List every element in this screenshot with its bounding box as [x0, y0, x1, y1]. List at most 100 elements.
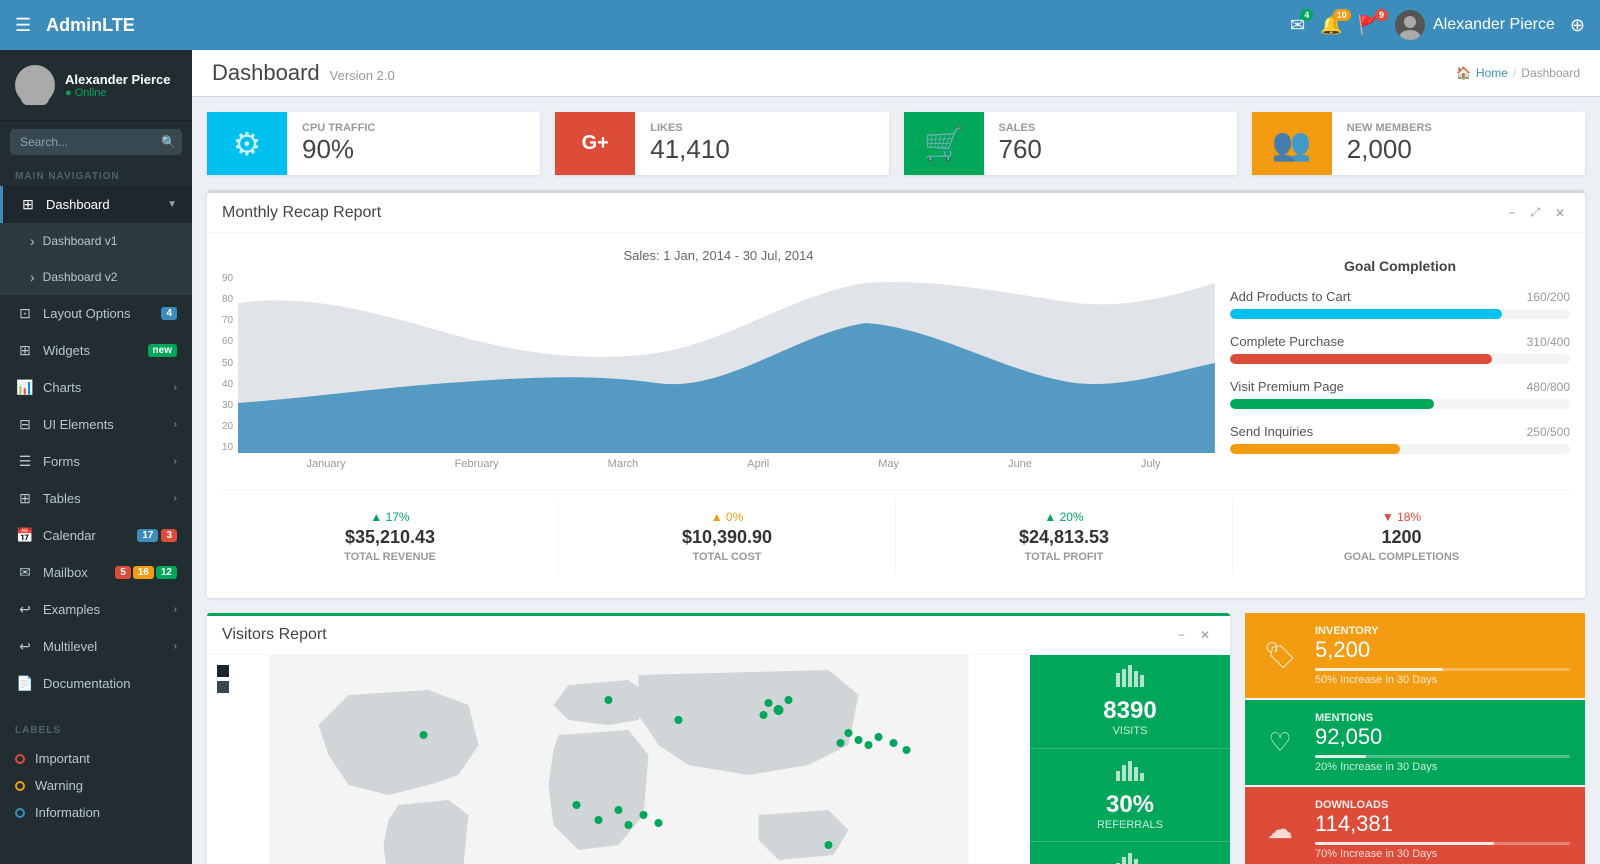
goal-completion-title: Goal Completion — [1230, 258, 1570, 274]
stat-total-cost: ▲ 0% $10,390.90 TOTAL COST — [559, 500, 896, 573]
sidebar-item-widgets[interactable]: ⊞ Widgets new — [0, 332, 192, 369]
dashboard-icon: ⊞ — [18, 196, 38, 213]
user-menu-button[interactable]: Alexander Pierce — [1395, 10, 1555, 40]
downloads-card: ☁ DOWNLOADS 114,381 70% Increase in 30 D… — [1245, 787, 1585, 864]
expand-button[interactable]: ⤢ — [1525, 203, 1545, 222]
sidebar-item-charts[interactable]: 📊 Charts › — [0, 369, 192, 406]
close-button[interactable]: ✕ — [1550, 203, 1570, 222]
page-version: Version 2.0 — [330, 68, 395, 83]
sidebar-labels-section: LABELS Important Warning Information — [0, 702, 192, 841]
breadcrumb-current: Dashboard — [1521, 66, 1580, 80]
sidebar-item-calendar[interactable]: 📅 Calendar 17 3 — [0, 517, 192, 554]
sidebar-item-mailbox[interactable]: ✉ Mailbox 5 16 12 — [0, 554, 192, 591]
sales-icon: 🛒 — [904, 112, 984, 175]
charts-icon: 📊 — [15, 379, 35, 396]
sidebar-item-examples[interactable]: ↩ Examples › — [0, 591, 192, 628]
label-warning[interactable]: Warning — [0, 772, 192, 799]
referrals-icon — [1116, 759, 1144, 787]
stat-total-revenue: ▲ 17% $35,210.43 TOTAL REVENUE — [222, 500, 559, 573]
stat-box-sales: 🛒 SALES 760 — [904, 112, 1237, 175]
new-members-value: 2,000 — [1347, 134, 1570, 165]
stats-bottom: ▲ 17% $35,210.43 TOTAL REVENUE ▲ 0% $10,… — [222, 489, 1570, 583]
likes-icon: G+ — [555, 112, 635, 175]
sidebar-sub-dashboard: Dashboard v1 Dashboard v2 — [0, 223, 192, 295]
sidebar-item-dashboard-v1[interactable]: Dashboard v1 — [0, 223, 192, 259]
label-information[interactable]: Information — [0, 799, 192, 826]
label-warning-text: Warning — [35, 778, 83, 793]
hamburger-menu-button[interactable]: ☰ — [15, 15, 31, 36]
notifications-badge: 10 — [1333, 9, 1351, 21]
sidebar-item-multilevel[interactable]: ↩ Multilevel › — [0, 628, 192, 665]
mail-button[interactable]: ✉ 4 — [1290, 15, 1305, 36]
goal-item-premium: Visit Premium Page 480/800 — [1230, 379, 1570, 409]
cpu-icon: ⚙ — [207, 112, 287, 175]
examples-icon: ↩ — [15, 601, 35, 618]
home-icon: 🏠 — [1456, 66, 1471, 80]
visitors-minimize-button[interactable]: − — [1173, 626, 1190, 644]
calendar-icon: 📅 — [15, 527, 35, 544]
label-important[interactable]: Important — [0, 745, 192, 772]
label-important-text: Important — [35, 751, 90, 766]
sidebar-user-panel: Alexander Pierce Online — [0, 50, 192, 121]
sidebar-item-dashboard-v2[interactable]: Dashboard v2 — [0, 259, 192, 295]
ui-elements-chevron-icon: › — [174, 419, 177, 430]
visitors-close-button[interactable]: ✕ — [1195, 626, 1215, 644]
sidebar-search-button[interactable]: 🔍 — [161, 135, 176, 149]
sales-label: SALES — [999, 122, 1222, 134]
tasks-button[interactable]: 🚩 9 — [1358, 15, 1380, 36]
monthly-report-header: Monthly Recap Report − ⤢ ✕ — [207, 193, 1585, 233]
sidebar-item-layout-options[interactable]: ⊡ Layout Options 4 — [0, 295, 192, 332]
user-name-label: Alexander Pierce — [1433, 16, 1555, 34]
stat-boxes: ⚙ CPU TRAFFIC 90% G+ LIKES 41,410 🛒 — [207, 112, 1585, 175]
forms-chevron-icon: › — [174, 456, 177, 467]
goal-item-inquiries: Send Inquiries 250/500 — [1230, 424, 1570, 454]
tasks-badge: 9 — [1375, 9, 1388, 21]
mentions-icon: ♡ — [1260, 727, 1300, 758]
world-map — [207, 655, 1030, 864]
warning-dot-icon — [15, 781, 25, 791]
sidebar-search-area: 🔍 — [0, 121, 192, 163]
sidebar: Alexander Pierce Online 🔍 MAIN NAVIGATIO… — [0, 50, 192, 864]
content-body: ⚙ CPU TRAFFIC 90% G+ LIKES 41,410 🛒 — [192, 97, 1600, 864]
card-tools: − ⤢ ✕ — [1503, 203, 1570, 222]
notifications-button[interactable]: 🔔 10 — [1320, 15, 1342, 36]
sidebar-item-documentation[interactable]: 📄 Documentation — [0, 665, 192, 702]
top-nav-right: ✉ 4 🔔 10 🚩 9 Alexander Pierce ⊕ — [1290, 10, 1585, 40]
ui-elements-icon: ⊟ — [15, 416, 35, 433]
organic-icon — [1116, 853, 1144, 864]
goal-item-purchase: Complete Purchase 310/400 — [1230, 334, 1570, 364]
main-navigation-label: MAIN NAVIGATION — [0, 163, 192, 186]
sidebar-item-dashboard[interactable]: ⊞ Dashboard ▼ — [0, 186, 192, 223]
stat-box-likes: G+ LIKES 41,410 — [555, 112, 888, 175]
mailbox-icon: ✉ — [15, 564, 35, 581]
cpu-value: 90% — [302, 134, 525, 165]
chart-area: Sales: 1 Jan, 2014 - 30 Jul, 2014 908070… — [222, 248, 1215, 479]
layout-options-icon: ⊡ — [15, 305, 35, 322]
visits-value: 8390 — [1103, 697, 1156, 725]
examples-chevron-icon: › — [174, 604, 177, 615]
sidebar-user-status: Online — [65, 87, 171, 99]
new-members-label: NEW MEMBERS — [1347, 122, 1570, 134]
stat-box-new-members: 👥 NEW MEMBERS 2,000 — [1252, 112, 1585, 175]
sidebar-item-forms[interactable]: ☰ Forms › — [0, 443, 192, 480]
stat-goal-completions: ▼ 18% 1200 GOAL COMPLETIONS — [1233, 500, 1570, 573]
sidebar-item-ui-elements[interactable]: ⊟ UI Elements › — [0, 406, 192, 443]
share-button[interactable]: ⊕ — [1570, 15, 1585, 36]
widgets-badge: new — [148, 344, 177, 357]
page-title: Dashboard — [212, 60, 320, 86]
stat-total-profit: ▲ 20% $24,813.53 TOTAL PROFIT — [896, 500, 1233, 573]
content-header: Dashboard Version 2.0 🏠 Home / Dashboard — [192, 50, 1600, 97]
charts-chevron-icon: › — [174, 382, 177, 393]
calendar-badge-17: 17 — [137, 529, 158, 542]
referrals-value: 30% — [1106, 791, 1154, 819]
sidebar-item-tables[interactable]: ⊞ Tables › — [0, 480, 192, 517]
sidebar-item-dashboard-label: Dashboard — [46, 197, 167, 212]
breadcrumb-home-link[interactable]: Home — [1476, 66, 1508, 80]
sidebar-avatar — [15, 65, 55, 105]
bottom-section: Visitors Report − ✕ — [207, 613, 1585, 864]
minimize-button[interactable]: − — [1503, 203, 1520, 222]
calendar-badge-3: 3 — [161, 529, 177, 542]
sidebar-search-input[interactable] — [10, 129, 182, 155]
monthly-report-title: Monthly Recap Report — [222, 204, 381, 222]
visitors-report-title: Visitors Report — [222, 626, 327, 644]
